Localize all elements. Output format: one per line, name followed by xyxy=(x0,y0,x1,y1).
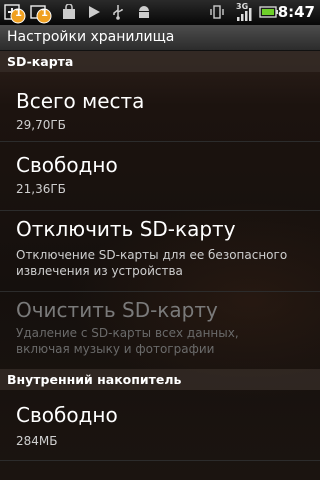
pref-summary-line2: включая музыку и фотографии xyxy=(16,342,215,356)
section-header-label: SD-карта xyxy=(7,54,74,69)
play-icon xyxy=(89,6,100,18)
pref-title: Свободно xyxy=(16,403,118,427)
pref-summary: 29,70ГБ xyxy=(16,118,66,132)
title-bar: Настройки хранилища xyxy=(0,25,320,51)
notification-badge-count: 1 xyxy=(15,8,22,19)
pref-summary: 21,36ГБ xyxy=(16,182,66,196)
pref-title: Всего места xyxy=(16,89,145,113)
pref-total-space[interactable]: Всего места 29,70ГБ xyxy=(0,72,320,142)
pref-summary-line2: извлечения из устройства xyxy=(16,264,183,278)
3g-signal-icon xyxy=(237,8,252,21)
section-header-label: Внутренний накопитель xyxy=(7,372,182,387)
pref-summary: 284МБ xyxy=(16,434,58,448)
pref-sd-free-space[interactable]: Свободно 21,36ГБ xyxy=(0,142,320,211)
pref-summary-line1: Удаление с SD-карты всех данных, xyxy=(16,326,239,340)
section-header-sd-card: SD-карта xyxy=(0,51,320,72)
usb-icon xyxy=(113,5,123,20)
shopping-bag-icon xyxy=(63,4,75,19)
section-header-internal-storage: Внутренний накопитель xyxy=(0,369,320,390)
status-clock: 8:47 xyxy=(277,3,315,21)
pref-title: Отключить SD-карту xyxy=(16,217,236,241)
page-title: Настройки хранилища xyxy=(7,29,175,45)
erase-sd-card-button[interactable]: Очистить SD-карту Удаление с SD-карты вс… xyxy=(0,292,320,369)
unmount-sd-card-button[interactable]: Отключить SD-карту Отключение SD-карты д… xyxy=(0,211,320,292)
pref-summary-line1: Отключение SD-карты для ее безопасного xyxy=(16,248,288,262)
pref-internal-free-space[interactable]: Свободно 284МБ xyxy=(0,390,320,461)
vibrate-icon xyxy=(210,5,224,19)
pref-title: Очистить SD-карту xyxy=(16,298,218,322)
notification-badge-count: 1 xyxy=(41,8,48,19)
status-bar[interactable]: 1 1 3G 8:47 xyxy=(0,0,320,25)
android-icon xyxy=(139,6,149,18)
battery-icon xyxy=(259,6,278,18)
pref-title: Свободно xyxy=(16,153,118,177)
